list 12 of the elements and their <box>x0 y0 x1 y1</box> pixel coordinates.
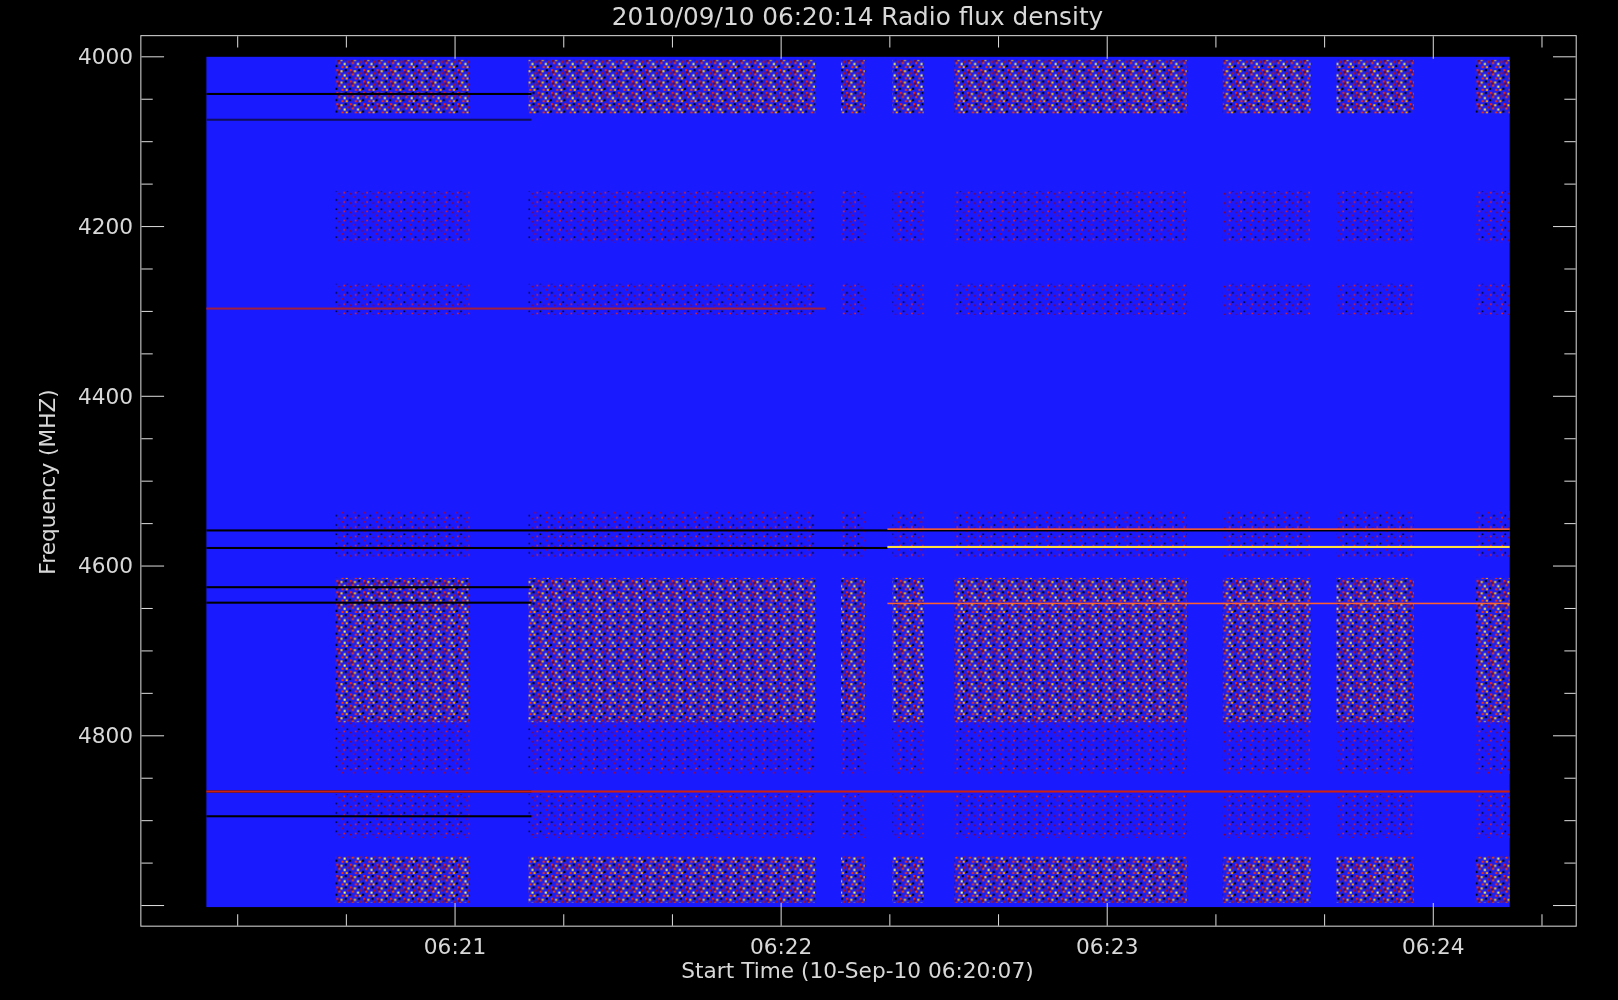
axis-tick-label: 06:23 <box>1076 933 1139 959</box>
y-axis-title: Frequency (MHZ) <box>34 389 60 575</box>
axis-tick-label: 4200 <box>78 213 134 239</box>
x-axis-title: Start Time (10-Sep-10 06:20:07) <box>681 958 1034 984</box>
axis-tick-label: 06:24 <box>1402 933 1465 959</box>
chart-title: 2010/09/10 06:20:14 Radio flux density <box>611 1 1104 31</box>
axis-tick-label: 4800 <box>78 723 134 748</box>
axis-tick-label: 4600 <box>78 553 134 579</box>
axis-tick-label: 4000 <box>78 44 134 70</box>
axis-tick-label: 06:21 <box>423 933 487 959</box>
axis-tick-label: 4400 <box>78 383 134 409</box>
axis-tick-label: 06:22 <box>749 933 813 959</box>
